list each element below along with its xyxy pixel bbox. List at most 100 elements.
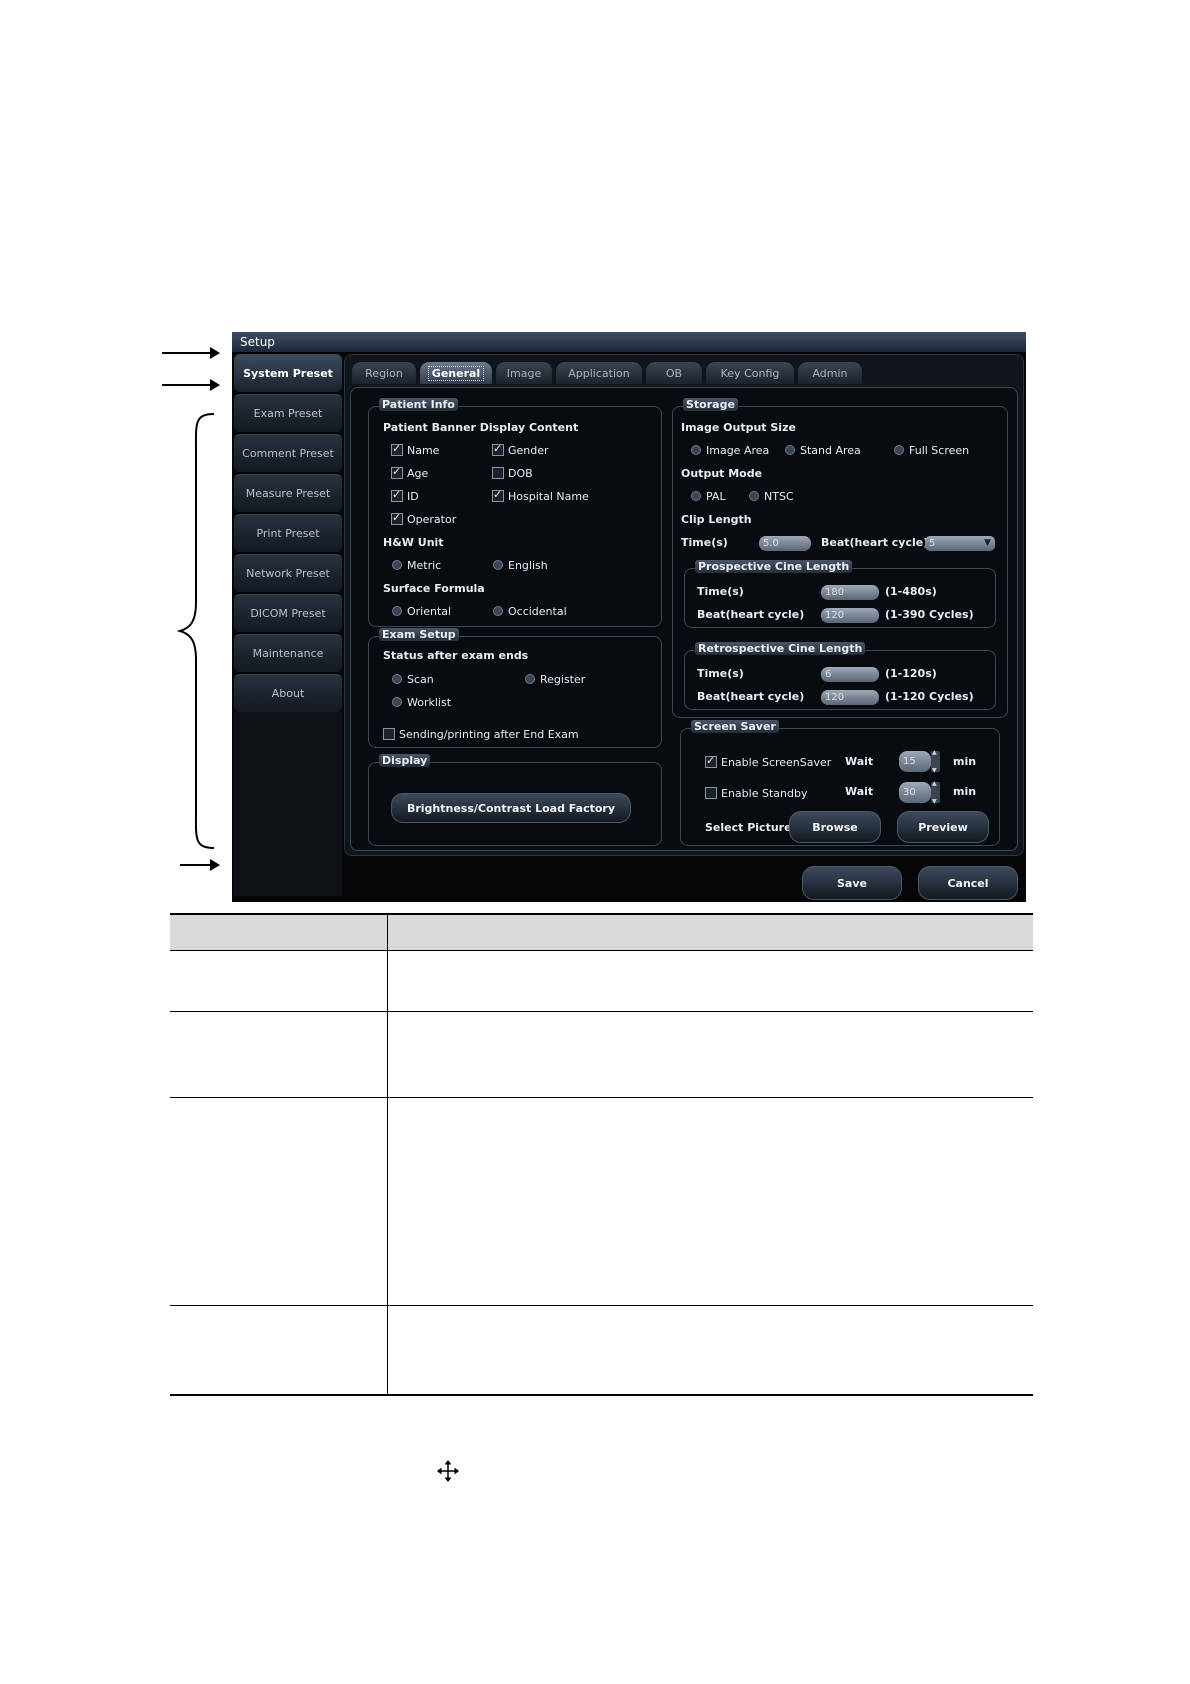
tab-general[interactable]: General [420,362,492,384]
sidebar-item-about[interactable]: About [234,674,342,712]
dob-checkbox[interactable] [492,467,504,479]
tab-application[interactable]: Application [556,362,642,384]
preview-button[interactable]: Preview [897,811,989,843]
retrospective-beat-label: Beat(heart cycle) [697,690,805,703]
tab-image[interactable]: Image [496,362,552,384]
sidebar-item-network-preset[interactable]: Network Preset [234,554,342,592]
table-row-rule-3 [170,1305,1033,1306]
screensaver-wait-field[interactable]: 15 [899,751,931,772]
retrospective-cine-group: Retrospective Cine Length Time(s) 6 (1-1… [684,642,996,710]
patient-info-group: Patient Info Patient Banner Display Cont… [368,398,662,627]
occidental-radio[interactable] [493,606,503,616]
screen-saver-group: Screen Saver Enable ScreenSaver Wait 15 … [680,720,1000,846]
clip-length-heading: Clip Length [681,513,752,526]
enable-screensaver-label: Enable ScreenSaver [721,756,832,769]
pal-radio[interactable] [691,491,701,501]
ntsc-radio[interactable] [749,491,759,501]
worklist-label: Worklist [407,696,452,709]
tab-region[interactable]: Region [352,362,416,384]
id-label: ID [407,490,419,503]
enable-screensaver-checkbox[interactable] [705,754,717,768]
clip-beat-select[interactable]: 5 ▼ [925,536,995,551]
gender-checkbox[interactable] [492,442,504,456]
sidebar-item-print-preset[interactable]: Print Preset [234,514,342,552]
screensaver-wait-stepper[interactable] [931,749,940,774]
prospective-beat-label: Beat(heart cycle) [697,608,805,621]
retrospective-title: Retrospective Cine Length [695,642,866,655]
display-group: Display Brightness/Contrast Load Factory [368,754,662,846]
hospital-name-label: Hospital Name [508,490,589,503]
prospective-beat-field[interactable]: 120 [821,608,879,623]
sidebar-item-exam-preset[interactable]: Exam Preset [234,394,342,432]
annotation-brace [176,413,215,849]
window-title: Setup [240,335,275,349]
dob-label: DOB [508,467,533,480]
prospective-beat-range: (1-390 Cycles) [885,608,974,621]
retrospective-beat-field[interactable]: 120 [821,690,879,705]
sidebar-item-comment-preset[interactable]: Comment Preset [234,434,342,472]
retrospective-time-field[interactable]: 6 [821,667,879,682]
table-bottom-rule [170,1394,1033,1396]
scan-radio[interactable] [392,674,402,684]
sidebar-item-system-preset[interactable]: System Preset [234,354,342,392]
min1-label: min [953,755,977,768]
english-radio[interactable] [493,560,503,570]
register-radio[interactable] [525,674,535,684]
brightness-contrast-load-factory-button[interactable]: Brightness/Contrast Load Factory [391,793,631,823]
tab-ob[interactable]: OB [646,362,702,384]
retrospective-beat-range: (1-120 Cycles) [885,690,974,703]
sidebar-item-measure-preset[interactable]: Measure Preset [234,474,342,512]
hospital-name-checkbox[interactable] [492,488,504,502]
operator-checkbox[interactable] [391,511,403,525]
table-header-rule [170,950,1033,951]
metric-label: Metric [407,559,442,572]
age-label: Age [407,467,429,480]
prospective-title: Prospective Cine Length [695,560,853,573]
image-area-radio[interactable] [691,445,701,455]
storage-title: Storage [683,398,738,411]
exam-setup-title: Exam Setup [379,628,459,641]
prospective-time-label: Time(s) [697,585,744,598]
scan-label: Scan [407,673,434,686]
name-label: Name [407,444,440,457]
image-output-size-heading: Image Output Size [681,421,796,434]
sending-printing-checkbox[interactable] [383,728,395,740]
sidebar-empty-area [234,712,342,896]
patient-info-title: Patient Info [379,398,458,411]
tab-admin[interactable]: Admin [798,362,862,384]
description-table [170,913,1033,1397]
prospective-time-field[interactable]: 180 [821,585,879,600]
standby-wait-stepper[interactable] [931,780,940,805]
cancel-button[interactable]: Cancel [918,866,1018,900]
stand-area-radio[interactable] [785,445,795,455]
sidebar-item-dicom-preset[interactable]: DICOM Preset [234,594,342,632]
table-header-row [170,913,1033,950]
full-screen-label: Full Screen [909,444,970,457]
annotation-arrow-3 [180,859,220,871]
annotation-arrow-1 [162,347,220,359]
table-row-rule-2 [170,1097,1033,1098]
clip-time-field[interactable]: 5.0 [759,536,811,551]
browse-button[interactable]: Browse [789,811,881,843]
save-button[interactable]: Save [802,866,902,900]
wait2-label: Wait [845,785,874,798]
tab-key-config[interactable]: Key Config [706,362,794,384]
title-bar: Setup [232,332,1026,353]
id-checkbox[interactable] [391,488,403,502]
annotation-arrow-2 [162,379,220,391]
status-after-exam-heading: Status after exam ends [383,649,529,662]
metric-radio[interactable] [392,560,402,570]
oriental-label: Oriental [407,605,452,618]
prospective-time-range: (1-480s) [885,585,937,598]
full-screen-radio[interactable] [894,445,904,455]
tab-general-label: General [427,365,485,381]
sidebar-item-maintenance[interactable]: Maintenance [234,634,342,672]
age-checkbox[interactable] [391,465,403,479]
standby-wait-field[interactable]: 30 [899,782,931,803]
register-label: Register [540,673,586,686]
retrospective-time-range: (1-120s) [885,667,937,680]
oriental-radio[interactable] [392,606,402,616]
name-checkbox[interactable] [391,442,403,456]
enable-standby-checkbox[interactable] [705,787,717,799]
worklist-radio[interactable] [392,697,402,707]
